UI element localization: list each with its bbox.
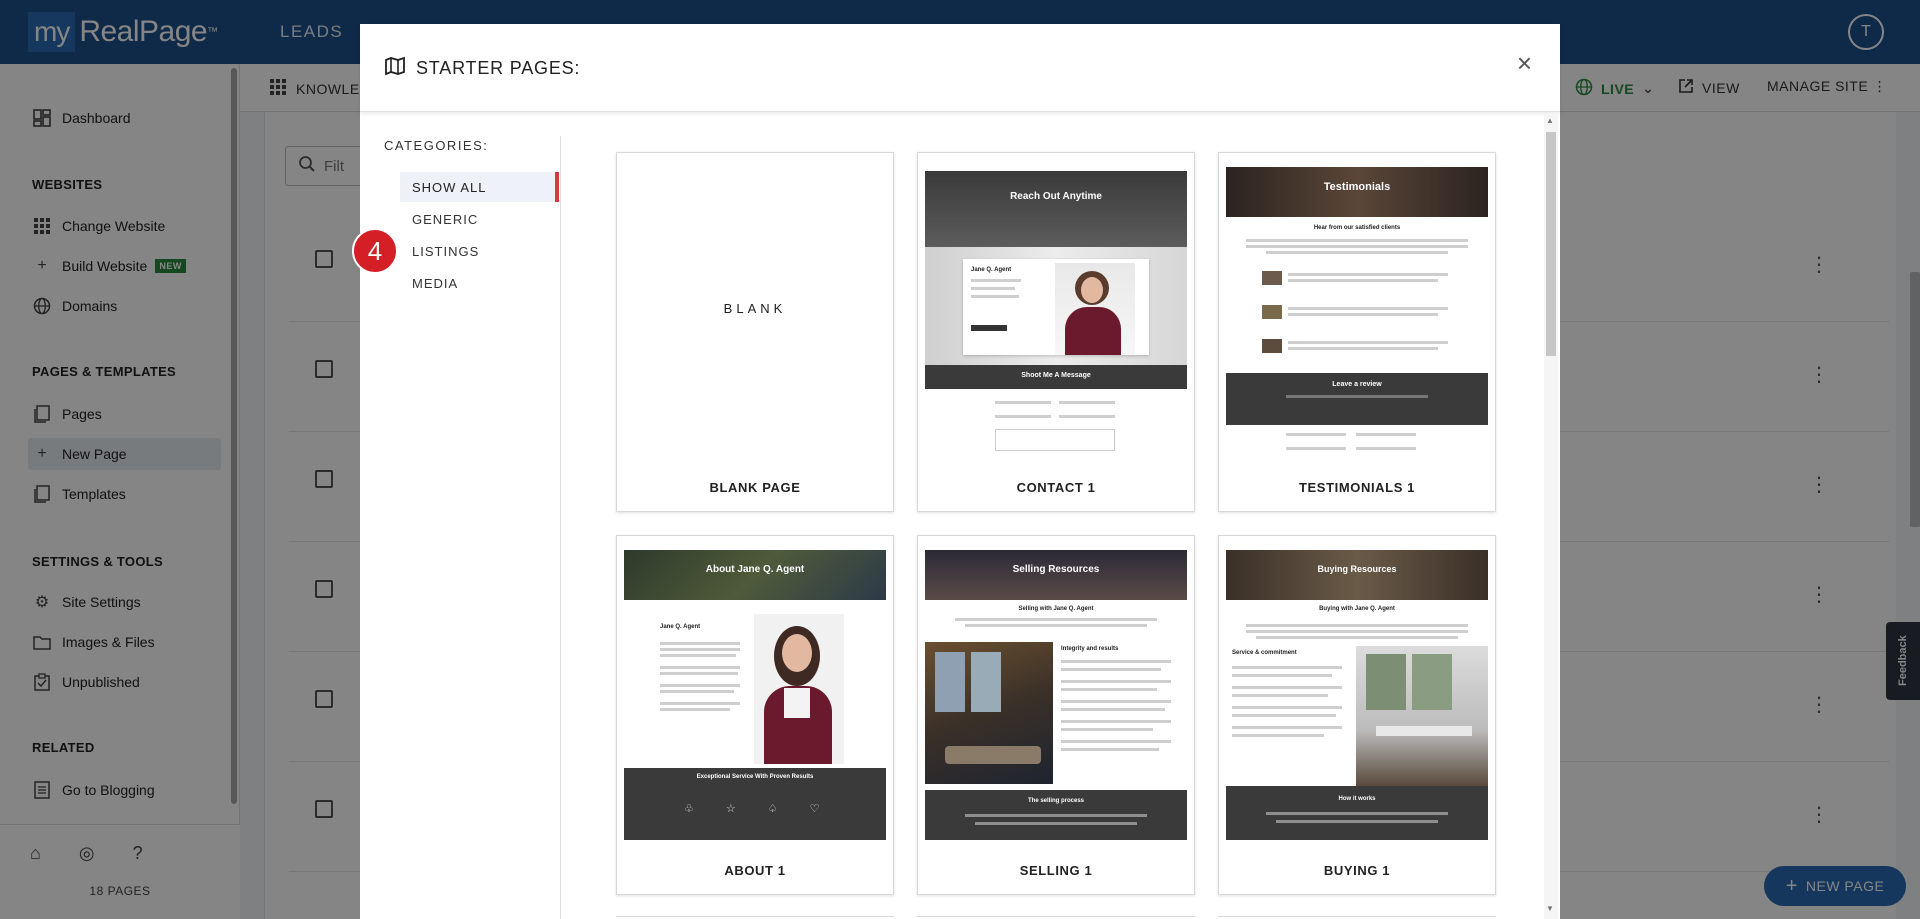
thumb-mid: Integrity and results <box>1061 646 1119 652</box>
thumb-sub: Hear from our satisfied clients <box>1313 225 1401 231</box>
scroll-up-icon[interactable]: ▲ <box>1546 116 1554 125</box>
scroll-down-icon[interactable]: ▼ <box>1546 904 1554 913</box>
step-badge: 4 <box>352 228 398 274</box>
template-title: BUYING 1 <box>1323 863 1391 878</box>
thumb-sub: Shoot Me A Message <box>1021 372 1091 379</box>
thumb-footer: How it works <box>1338 796 1376 802</box>
thumb-footer: Exceptional Service With Proven Results <box>696 774 814 780</box>
template-title: CONTACT 1 <box>1016 480 1096 495</box>
close-icon[interactable]: × <box>1517 50 1532 76</box>
template-card-selling-1[interactable]: Selling Resources Selling with Jane Q. A… <box>917 535 1195 895</box>
template-thumbnail: BLANK <box>624 167 886 457</box>
thumb-hero: Selling Resources <box>1012 564 1100 575</box>
thumb-hero: Testimonials <box>1323 181 1391 193</box>
thumb-footer: Leave a review <box>1332 381 1382 388</box>
template-card-about-1[interactable]: About Jane Q. Agent Jane Q. Agent Except… <box>616 535 894 895</box>
thumb-hero: Buying Resources <box>1317 564 1397 574</box>
thumb-hero: Reach Out Anytime <box>1010 191 1102 202</box>
starter-pages-modal: STARTER PAGES: × CATEGORIES: SHOW ALL GE… <box>352 24 1560 919</box>
template-card-contact-1[interactable]: Reach Out Anytime Jane Q. Agent Shoot Me… <box>917 152 1195 512</box>
template-thumbnail: Reach Out Anytime Jane Q. Agent Shoot Me… <box>925 167 1187 457</box>
blank-label: BLANK <box>723 301 787 316</box>
template-card-testimonials-1[interactable]: Testimonials Hear from our satisfied cli… <box>1218 152 1496 512</box>
categories-label: CATEGORIES: <box>384 138 489 153</box>
template-thumbnail: Testimonials Hear from our satisfied cli… <box>1226 167 1488 457</box>
thumb-hero: About Jane Q. Agent <box>705 564 805 575</box>
modal-title: STARTER PAGES: <box>384 56 580 81</box>
thumb-sub: Selling with Jane Q. Agent <box>1018 606 1094 612</box>
thumb-mid: Service & commitment <box>1232 650 1297 656</box>
template-card-buying-1[interactable]: Buying Resources Buying with Jane Q. Age… <box>1218 535 1496 895</box>
category-listings[interactable]: LISTINGS <box>400 236 559 266</box>
thumb-agent: Jane Q. Agent <box>660 624 701 630</box>
category-generic[interactable]: GENERIC <box>400 204 559 234</box>
category-show-all[interactable]: SHOW ALL <box>400 172 559 202</box>
categories-divider <box>560 136 561 919</box>
modal-scrollbar-thumb[interactable] <box>1546 132 1556 356</box>
map-icon <box>384 56 406 81</box>
template-title: TESTIMONIALS 1 <box>1298 480 1416 495</box>
template-card-blank[interactable]: BLANK BLANK PAGE <box>616 152 894 512</box>
template-thumbnail: Selling Resources Selling with Jane Q. A… <box>925 550 1187 840</box>
category-media[interactable]: MEDIA <box>400 268 559 298</box>
thumb-footer: The selling process <box>1027 798 1085 804</box>
modal-header: STARTER PAGES: × <box>360 24 1560 112</box>
template-title: ABOUT 1 <box>724 863 786 878</box>
template-title: SELLING 1 <box>1019 863 1093 878</box>
template-thumbnail: About Jane Q. Agent Jane Q. Agent Except… <box>624 550 886 840</box>
thumb-agent: Jane Q. Agent <box>971 267 1012 273</box>
template-title: BLANK PAGE <box>709 480 801 495</box>
template-thumbnail: Buying Resources Buying with Jane Q. Age… <box>1226 550 1488 840</box>
thumb-sub: Buying with Jane Q. Agent <box>1319 606 1395 612</box>
